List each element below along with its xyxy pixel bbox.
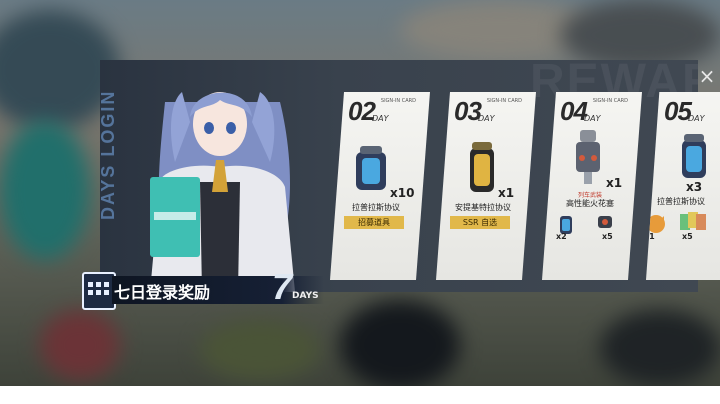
days-login-vertical-label: DAYS LOGIN: [98, 89, 118, 220]
close-icon[interactable]: ×: [697, 66, 717, 86]
item-tag: 招募道具: [344, 216, 404, 229]
day-word: DAY: [478, 114, 495, 123]
laplace-protocol-item-icon: [682, 134, 706, 178]
day-word: DAY: [372, 114, 389, 123]
banner-days-word: DAYS: [292, 291, 319, 301]
day-number: 03: [454, 96, 482, 126]
day-number: 02: [348, 96, 376, 126]
bottom-blank-strip: [0, 386, 720, 404]
item-quantity: x3: [686, 180, 703, 194]
day-card-04[interactable]: 04 DAY SIGN-IN CARD x1 列车武装 高性能火花塞 x2 x5: [542, 92, 642, 280]
day-card-03[interactable]: 03 DAY SIGN-IN CARD x1 安提基特拉协议 SSR 自选: [436, 92, 536, 280]
character-illustration: [120, 62, 330, 292]
bonus-item-quantity: x5: [682, 232, 693, 241]
bonus-item-quantity: x2: [556, 232, 567, 241]
calendar-icon: [82, 272, 116, 310]
day-card-02[interactable]: 02 DAY SIGN-IN CARD x10 拉普拉斯协议 招募道具: [330, 92, 430, 280]
bonus-cards-icon: [680, 212, 706, 230]
bonus-item-quantity: x5: [602, 232, 613, 241]
item-tag: SSR 自选: [450, 216, 510, 229]
item-quantity: x10: [390, 186, 415, 200]
day-word: DAY: [688, 114, 705, 123]
item-quantity: x1: [606, 176, 623, 190]
banner-title: 七日登录奖励: [114, 283, 211, 302]
banner-number: 7: [272, 266, 293, 307]
day-number: 05: [664, 96, 692, 126]
seven-day-login-banner: 七日登录奖励 7 DAYS: [82, 266, 330, 310]
day-number: 04: [560, 96, 588, 126]
item-name: 安提基特拉协议: [455, 203, 511, 212]
item-quantity: x1: [498, 186, 515, 200]
sign-in-card-label: SIGN-IN CARD: [592, 98, 628, 104]
item-name: 拉普拉斯协议: [352, 203, 400, 212]
spark-plug-item-icon: [576, 130, 600, 184]
sign-in-card-label: SIGN-IN CARD: [380, 98, 416, 104]
item-name: 拉普拉斯协议: [657, 197, 705, 206]
sign-in-card-label: SIGN-IN CARD: [486, 98, 522, 104]
item-name: 高性能火花塞: [566, 199, 614, 208]
day-word: DAY: [584, 114, 601, 123]
